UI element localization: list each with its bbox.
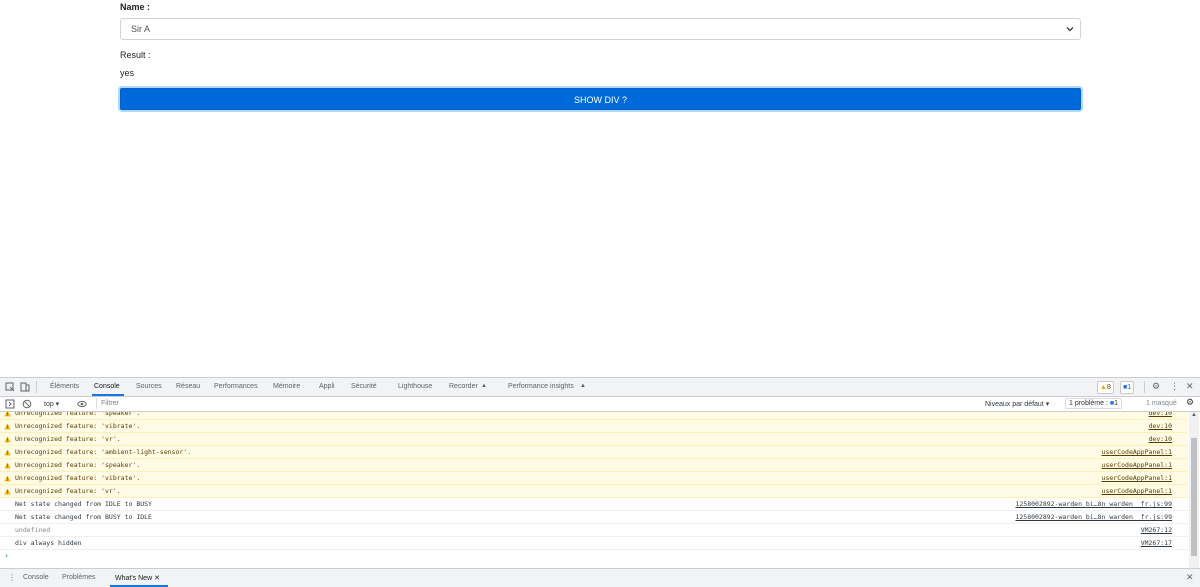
drawer-tab-whats-new[interactable]: What's New ✕ (115, 574, 160, 582)
show-div-button[interactable]: SHOW DIV ? (120, 88, 1081, 110)
log-source-link[interactable]: 1258002892-warden_bi…8n_warden__fr.js:99 (1015, 498, 1172, 510)
drawer-tab-problems[interactable]: Problèmes (62, 574, 95, 581)
log-message: Net state changed from BUSY to IDLE (15, 513, 152, 521)
log-source-link[interactable]: userCodeAppPanel:1 (1102, 485, 1172, 497)
result-label: Result : (120, 50, 151, 60)
console-log-rows: Unrecognized feature: 'speaker'. dev:10 Un… (0, 412, 1188, 562)
tab-application[interactable]: Appli (319, 383, 335, 390)
tab-performance-insights[interactable]: Performance insights (508, 383, 574, 390)
console-log-row: div always hidden VM267:17 (0, 537, 1188, 550)
console-prompt[interactable]: › (0, 550, 1188, 562)
close-drawer-icon[interactable]: ✕ (1186, 572, 1194, 583)
drawer-tab-console[interactable]: Console (23, 574, 49, 581)
hidden-count: 1 masqué (1146, 400, 1177, 407)
tab-recorder[interactable]: Recorder (449, 383, 478, 390)
console-log-row: Net state changed from IDLE to BUSY 12580… (0, 498, 1188, 511)
warning-icon (4, 436, 11, 443)
console-warning-row: Unrecognized feature: 'vibrate'. userCode… (0, 472, 1188, 485)
filter-input[interactable]: Filtrer (96, 398, 985, 409)
device-toolbar-icon[interactable] (20, 382, 30, 392)
console-warning-row: Unrecognized feature: 'speaker'. dev:10 (0, 412, 1188, 420)
devtools-drawer: ⋮ Console Problèmes What's New ✕ ✕ (0, 568, 1200, 587)
log-source-link[interactable]: VM267:12 (1141, 524, 1172, 536)
log-message: div always hidden (15, 539, 82, 547)
log-source-link[interactable]: dev:10 (1149, 433, 1172, 445)
console-warning-row: Unrecognized feature: 'ambient-light-sen… (0, 446, 1188, 459)
name-label: Name : (120, 2, 151, 12)
tab-network[interactable]: Réseau (176, 383, 200, 390)
console-settings-gear-icon[interactable]: ⚙ (1186, 397, 1194, 408)
console-warning-row: Unrecognized feature: 'speaker'. userCode… (0, 459, 1188, 472)
log-message: Unrecognized feature: 'vibrate'. (15, 474, 141, 482)
devtools-panel: Éléments Console Sources Réseau Performa… (0, 377, 1200, 587)
tab-memory[interactable]: Mémoire (273, 383, 300, 390)
issues-button[interactable]: 1 problème : ■1 (1065, 398, 1123, 409)
warning-icon (4, 412, 11, 417)
console-toolbar: top ▾ Filtrer Niveaux par défaut ▾ 1 pro… (0, 397, 1200, 412)
tab-sources[interactable]: Sources (136, 383, 162, 390)
warning-icon (4, 449, 11, 456)
more-options-icon[interactable]: ⋮ (1170, 381, 1179, 392)
log-source-link[interactable]: userCodeAppPanel:1 (1102, 472, 1172, 484)
warning-icon (4, 462, 11, 469)
close-icon[interactable]: ✕ (1186, 381, 1194, 392)
warning-icon: ▲ (1100, 384, 1107, 391)
drawer-menu-icon[interactable]: ⋮ (8, 573, 16, 582)
console-log-row: undefined VM267:12 (0, 524, 1188, 537)
log-source-link[interactable]: userCodeAppPanel:1 (1102, 446, 1172, 458)
clear-console-icon[interactable] (22, 399, 32, 409)
sidebar-toggle-icon[interactable] (5, 399, 15, 409)
console-warning-row: Unrecognized feature: 'vibrate'. dev:10 (0, 420, 1188, 433)
devtools-tabbar: Éléments Console Sources Réseau Performa… (0, 378, 1200, 397)
flask-icon: ▲ (481, 383, 487, 389)
scrollbar-thumb[interactable] (1191, 438, 1197, 556)
scroll-up-icon[interactable]: ▲ (1191, 412, 1197, 418)
tab-security[interactable]: Sécurité (351, 383, 377, 390)
warning-icon (4, 475, 11, 482)
log-message: Unrecognized feature: 'speaker'. (15, 412, 141, 417)
tab-lighthouse[interactable]: Lighthouse (398, 383, 432, 390)
close-tab-icon[interactable]: ✕ (154, 575, 160, 582)
log-message: Unrecognized feature: 'ambient-light-sen… (15, 448, 192, 456)
warnings-badge[interactable]: ▲8 (1097, 381, 1114, 394)
console-scrollbar[interactable]: ▲ (1189, 412, 1199, 568)
console-log-list: Unrecognized feature: 'speaker'. dev:10 Un… (0, 412, 1188, 568)
log-source-link[interactable]: dev:10 (1149, 412, 1172, 419)
log-message: Unrecognized feature: 'vr'. (15, 487, 121, 495)
tab-console[interactable]: Console (94, 383, 120, 390)
console-log-row: Net state changed from BUSY to IDLE 12580… (0, 511, 1188, 524)
active-tab-indicator (92, 394, 124, 396)
log-levels-dropdown[interactable]: Niveaux par défaut ▾ (985, 400, 1049, 408)
messages-badge[interactable]: ■1 (1120, 381, 1135, 394)
warning-icon (4, 423, 11, 430)
flask-icon: ▲ (580, 383, 586, 389)
tab-performance[interactable]: Performances (214, 383, 258, 390)
warning-icon (4, 488, 11, 495)
log-message: Unrecognized feature: 'speaker'. (15, 461, 141, 469)
log-message: Unrecognized feature: 'vr'. (15, 435, 121, 443)
log-message: Unrecognized feature: 'vibrate'. (15, 422, 141, 430)
log-source-link[interactable]: VM267:17 (1141, 537, 1172, 549)
log-message: Net state changed from IDLE to BUSY (15, 500, 152, 508)
tab-elements[interactable]: Éléments (50, 383, 79, 390)
chevron-down-icon (1066, 27, 1074, 32)
context-selector[interactable]: top ▾ (44, 400, 59, 408)
log-message: undefined (15, 526, 51, 534)
log-source-link[interactable]: userCodeAppPanel:1 (1102, 459, 1172, 471)
inspect-element-icon[interactable] (5, 382, 15, 392)
console-warning-row: Unrecognized feature: 'vr'. dev:10 (0, 433, 1188, 446)
settings-gear-icon[interactable]: ⚙ (1152, 381, 1160, 392)
result-value: yes (120, 68, 135, 78)
eye-icon[interactable] (77, 399, 87, 409)
log-source-link[interactable]: 1258002892-warden_bi…8n_warden__fr.js:99 (1015, 511, 1172, 523)
log-source-link[interactable]: dev:10 (1149, 420, 1172, 432)
console-warning-row: Unrecognized feature: 'vr'. userCodeAppPa… (0, 485, 1188, 498)
name-select[interactable]: Sir A (120, 18, 1081, 40)
name-select-value: Sir A (131, 24, 151, 34)
